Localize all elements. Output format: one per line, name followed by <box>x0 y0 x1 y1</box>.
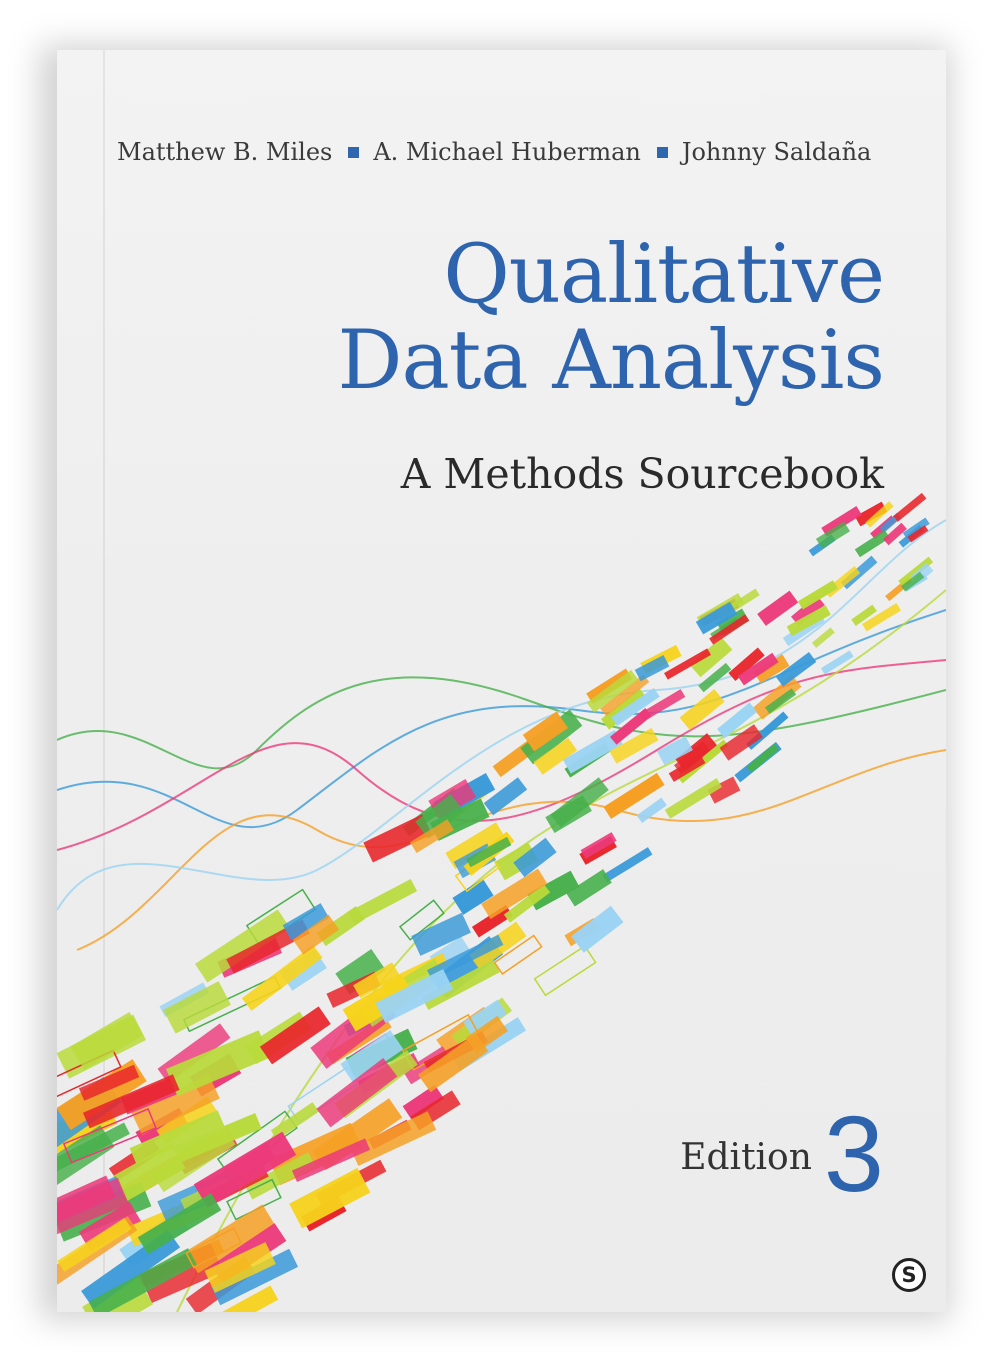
author-list: Matthew B. Miles A. Michael Huberman Joh… <box>117 138 917 166</box>
edition-block: Edition 3 <box>680 1100 884 1208</box>
book-title: Qualitative Data Analysis <box>338 232 885 404</box>
edition-number: 3 <box>823 1093 884 1214</box>
art-streak <box>893 492 927 522</box>
title-line: Qualitative <box>443 228 885 322</box>
art-streak <box>533 945 597 997</box>
art-streak <box>602 847 653 883</box>
title-line: Data Analysis <box>337 314 885 408</box>
author-name: Johnny Saldaña <box>681 138 872 166</box>
book-cover: Matthew B. Miles A. Michael Huberman Joh… <box>57 50 946 1312</box>
author-name: A. Michael Huberman <box>373 138 641 166</box>
page: Matthew B. Miles A. Michael Huberman Joh… <box>0 0 1000 1370</box>
art-line <box>57 676 946 770</box>
book-subtitle: A Methods Sourcebook <box>400 450 884 498</box>
author-name: Matthew B. Miles <box>117 138 333 166</box>
art-streak <box>757 590 799 626</box>
sage-logo-icon: S <box>892 1258 926 1292</box>
blue-square-icon <box>348 146 360 158</box>
art-streak <box>270 1102 319 1140</box>
edition-label: Edition <box>680 1137 812 1178</box>
blue-square-icon <box>656 146 668 158</box>
